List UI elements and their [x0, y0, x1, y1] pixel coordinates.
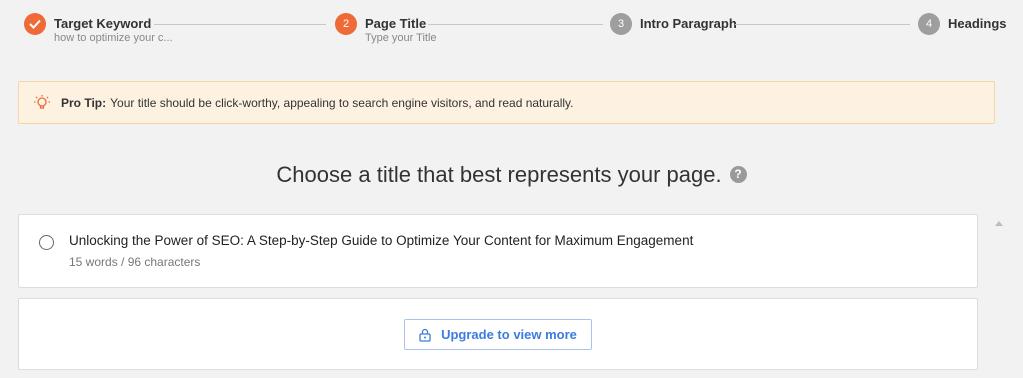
scroll-up-arrow-icon[interactable]	[994, 218, 1004, 228]
step-label: Page Title	[365, 16, 427, 31]
title-option[interactable]: Unlocking the Power of SEO: A Step-by-St…	[18, 214, 978, 288]
upgrade-button[interactable]: Upgrade to view more	[404, 319, 592, 350]
step-connector	[428, 24, 603, 25]
pro-tip-label: Pro Tip:	[61, 95, 107, 110]
step-label: Headings	[948, 16, 1007, 31]
title-radio[interactable]	[39, 235, 54, 250]
lock-icon	[419, 328, 431, 342]
help-icon[interactable]: ?	[729, 165, 747, 183]
step-sub: Type your Title	[365, 32, 437, 44]
option-title: Unlocking the Power of SEO: A Step-by-St…	[69, 233, 694, 248]
pro-tip-text: Your title should be click-worthy, appea…	[110, 95, 574, 110]
progress-stepper: Target Keyword how to optimize your c...…	[0, 0, 1023, 60]
step-number: 2	[335, 13, 357, 35]
step-target-keyword[interactable]: Target Keyword how to optimize your c...	[24, 13, 173, 44]
step-number: 3	[610, 13, 632, 35]
step-page-title[interactable]: 2 Page Title Type your Title	[335, 13, 437, 44]
upgrade-card: Upgrade to view more	[18, 298, 978, 370]
heading-text: Choose a title that best represents your…	[276, 162, 722, 187]
lightbulb-icon	[33, 94, 51, 112]
page-heading: Choose a title that best represents your…	[0, 162, 1023, 188]
step-headings[interactable]: 4 Headings	[918, 13, 1007, 35]
step-intro-paragraph[interactable]: 3 Intro Paragraph	[610, 13, 737, 35]
option-meta: 15 words / 96 characters	[69, 255, 201, 269]
checkmark-icon	[24, 13, 46, 35]
pro-tip-banner: Pro Tip: Your title should be click-wort…	[18, 81, 995, 124]
step-connector	[154, 24, 326, 25]
upgrade-label: Upgrade to view more	[441, 327, 577, 342]
step-label: Intro Paragraph	[640, 16, 737, 31]
step-connector	[735, 24, 910, 25]
step-sub: how to optimize your c...	[54, 32, 173, 44]
step-number: 4	[918, 13, 940, 35]
